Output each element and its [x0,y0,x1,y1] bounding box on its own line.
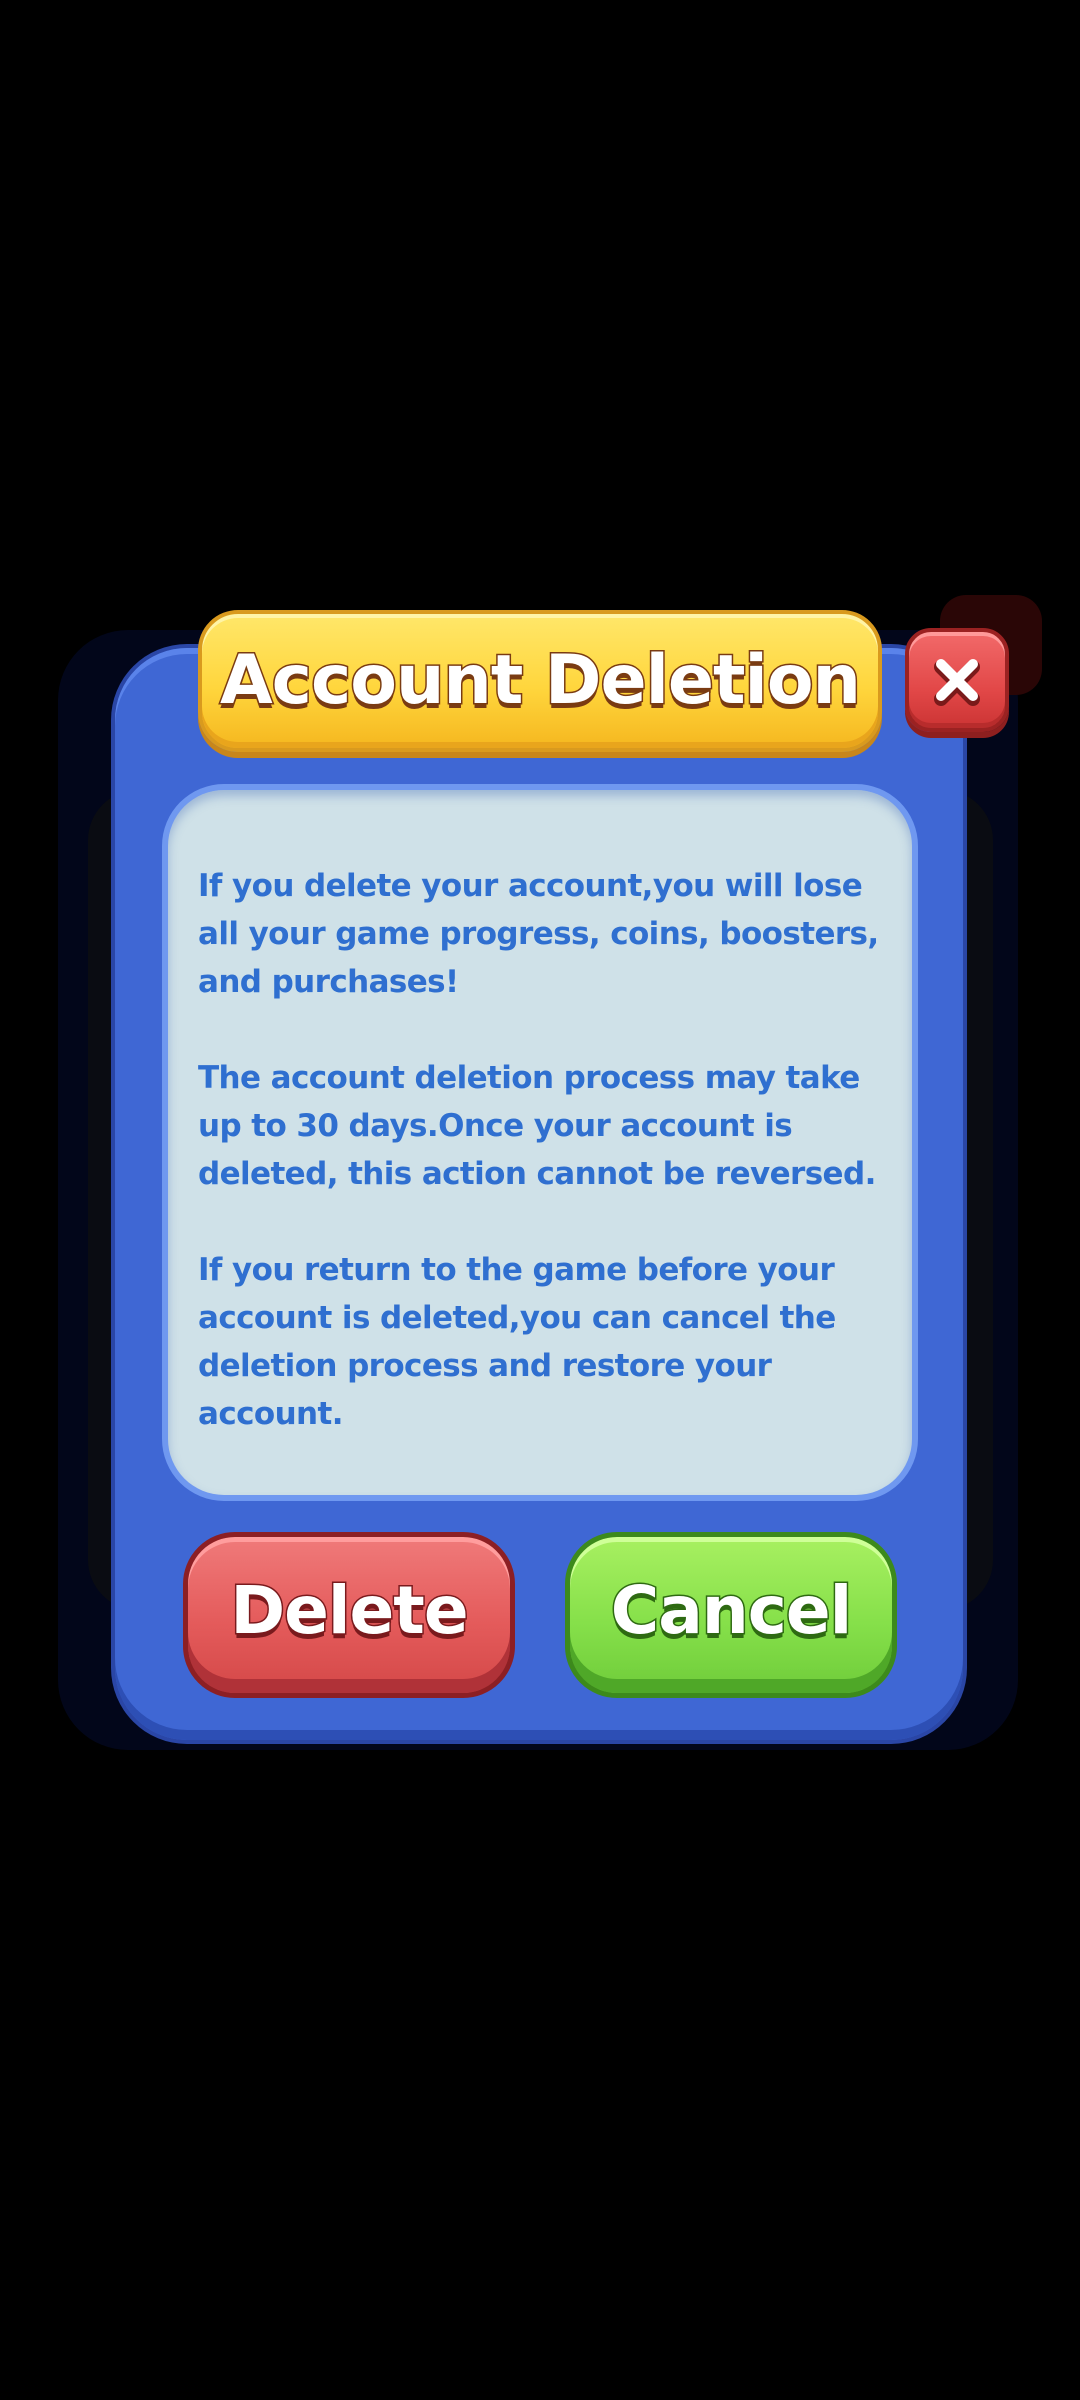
message-paragraph-1: If you delete your account,you will lose… [198,868,879,1000]
delete-button[interactable]: Delete [183,1532,515,1698]
cancel-button-label: Cancel [609,1572,853,1649]
message-paragraph-2: The account deletion process may take up… [198,1060,876,1192]
screen: Account Deletion If you delete your acco… [0,0,1080,2400]
dialog-title: Account Deletion [219,640,862,722]
message-paragraph-3: If you return to the game before your ac… [198,1252,836,1432]
cancel-button[interactable]: Cancel [565,1532,897,1698]
close-button[interactable] [905,628,1009,732]
close-icon [934,659,980,706]
delete-button-label: Delete [229,1572,470,1649]
message-box: If you delete your account,you will lose… [168,790,912,1495]
title-banner: Account Deletion [198,610,882,752]
